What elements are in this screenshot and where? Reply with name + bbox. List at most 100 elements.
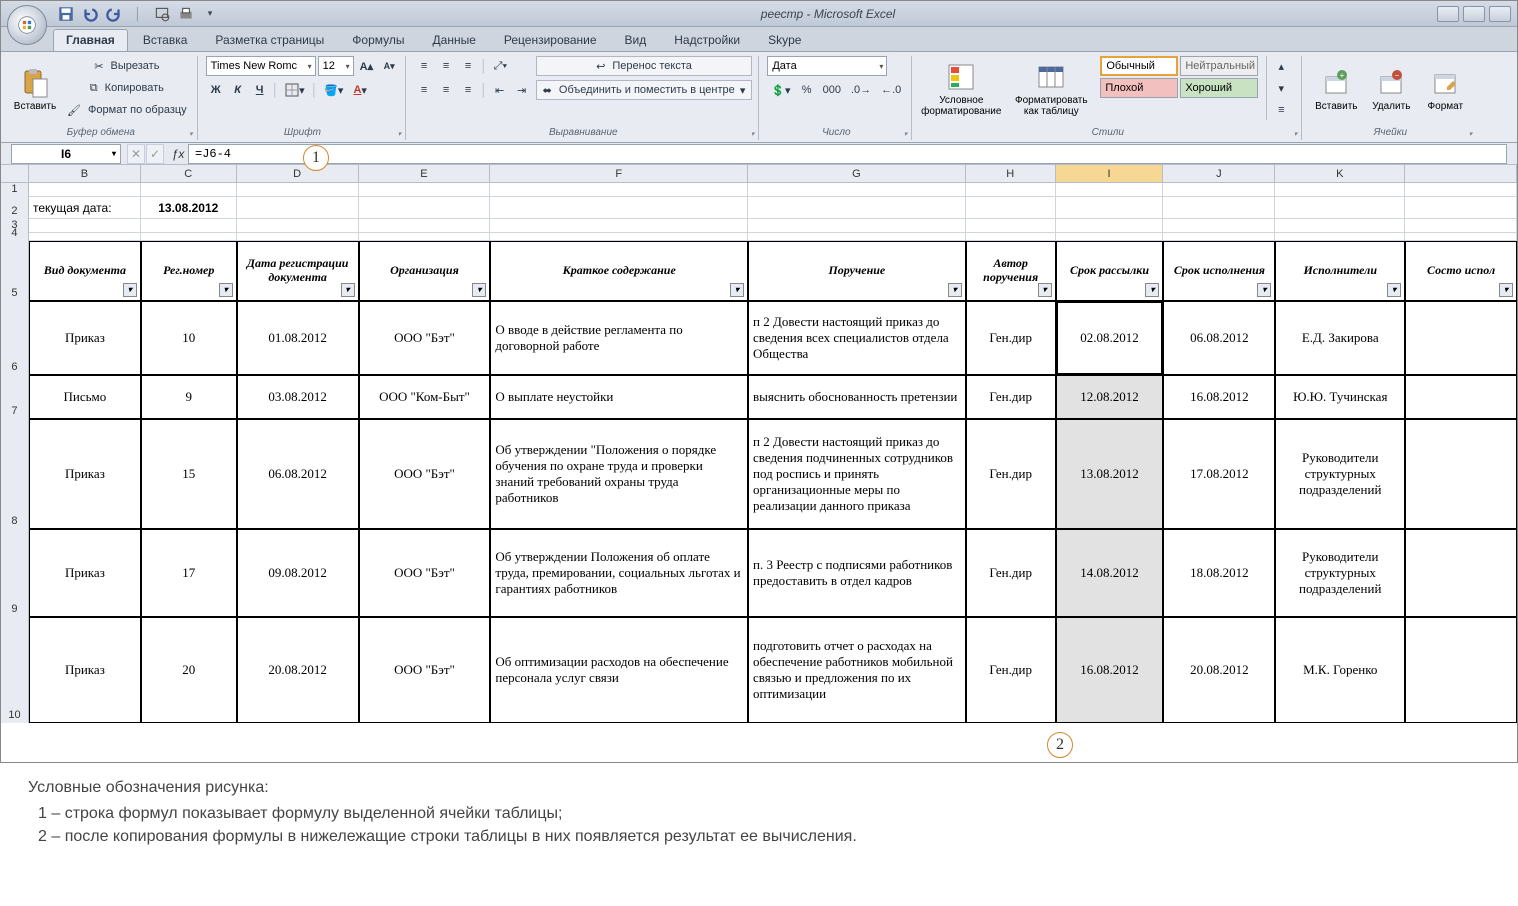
row-header[interactable]: 5 bbox=[1, 241, 29, 301]
cell-G[interactable]: выяснить обоснованность претензии bbox=[748, 375, 966, 419]
col-header-B[interactable]: B bbox=[29, 165, 141, 182]
cell[interactable] bbox=[1275, 219, 1405, 233]
table-header-L[interactable]: Состо испол bbox=[1405, 241, 1517, 301]
styles-row-down[interactable]: ▾ bbox=[1271, 78, 1291, 98]
cell[interactable] bbox=[29, 233, 141, 241]
increase-indent-button[interactable]: ⇥ bbox=[512, 80, 532, 100]
cell[interactable] bbox=[490, 183, 748, 197]
decrease-indent-button[interactable]: ⇤ bbox=[490, 80, 510, 100]
cell[interactable] bbox=[29, 219, 141, 233]
cell-C[interactable]: 9 bbox=[141, 375, 237, 419]
office-button[interactable] bbox=[7, 5, 47, 45]
delete-cells-button[interactable]: − Удалить bbox=[1366, 56, 1416, 122]
cell[interactable] bbox=[1163, 219, 1275, 233]
cell-H[interactable]: Ген.дир bbox=[966, 419, 1056, 529]
cell-J[interactable]: 17.08.2012 bbox=[1163, 419, 1275, 529]
cell-B[interactable]: Приказ bbox=[29, 419, 141, 529]
cell-G[interactable]: п. 3 Реестр с подписями работников предо… bbox=[748, 529, 966, 617]
cell[interactable] bbox=[237, 233, 359, 241]
cell[interactable] bbox=[490, 219, 748, 233]
cell[interactable] bbox=[1163, 197, 1275, 219]
style-normal[interactable]: Обычный bbox=[1100, 56, 1178, 76]
col-header-H[interactable]: H bbox=[966, 165, 1056, 182]
align-right-button[interactable]: ≡ bbox=[458, 80, 478, 100]
tab-view[interactable]: Вид bbox=[612, 29, 660, 51]
cell-K[interactable]: Е.Д. Закирова bbox=[1275, 301, 1405, 375]
undo-icon[interactable] bbox=[81, 5, 99, 23]
row-header[interactable]: 1 bbox=[1, 183, 29, 197]
cell-B[interactable]: Письмо bbox=[29, 375, 141, 419]
row-header[interactable]: 9 bbox=[1, 529, 29, 617]
italic-button[interactable]: К bbox=[228, 80, 248, 100]
cell[interactable] bbox=[966, 197, 1056, 219]
col-header-G[interactable]: G bbox=[748, 165, 966, 182]
cell-E[interactable]: ООО "Ком-Быт" bbox=[359, 375, 491, 419]
cell-C[interactable]: 15 bbox=[141, 419, 237, 529]
conditional-formatting-button[interactable]: Условное форматирование bbox=[920, 56, 1002, 122]
cell-K[interactable]: М.К. Горенко bbox=[1275, 617, 1405, 723]
table-header-C[interactable]: Рег.номер bbox=[141, 241, 237, 301]
cell-D[interactable]: 03.08.2012 bbox=[237, 375, 359, 419]
tab-addins[interactable]: Надстройки bbox=[661, 29, 753, 51]
cell[interactable] bbox=[141, 219, 237, 233]
cell-F[interactable]: Об утверждении "Положения о порядке обуч… bbox=[490, 419, 748, 529]
paste-button[interactable]: Вставить bbox=[11, 56, 59, 122]
cell[interactable] bbox=[490, 197, 748, 219]
cell[interactable] bbox=[29, 183, 141, 197]
tab-home[interactable]: Главная bbox=[53, 29, 128, 51]
tab-review[interactable]: Рецензирование bbox=[491, 29, 610, 51]
cell-I[interactable]: 12.08.2012 bbox=[1056, 375, 1164, 419]
cell-K[interactable]: Руководители структурных подразделений bbox=[1275, 419, 1405, 529]
cell-L[interactable] bbox=[1405, 375, 1517, 419]
cell-I[interactable]: 16.08.2012 bbox=[1056, 617, 1164, 723]
font-color-button[interactable]: A▾ bbox=[349, 80, 370, 100]
close-button[interactable] bbox=[1489, 6, 1511, 22]
cell-J[interactable]: 18.08.2012 bbox=[1163, 529, 1275, 617]
col-header-J[interactable]: J bbox=[1163, 165, 1275, 182]
cell[interactable] bbox=[1405, 233, 1517, 241]
cell-G[interactable]: подготовить отчет о расходах на обеспече… bbox=[748, 617, 966, 723]
cell[interactable] bbox=[1056, 233, 1164, 241]
font-name-combo[interactable]: Times New Romс bbox=[206, 56, 316, 76]
row-header[interactable]: 10 bbox=[1, 617, 29, 723]
cell[interactable] bbox=[1275, 233, 1405, 241]
align-bottom-button[interactable]: ≡ bbox=[458, 56, 478, 76]
cell[interactable] bbox=[966, 183, 1056, 197]
underline-button[interactable]: Ч bbox=[250, 80, 270, 100]
tab-formulas[interactable]: Формулы bbox=[339, 29, 417, 51]
formula-input[interactable]: =J6-4 bbox=[188, 144, 1507, 164]
table-header-E[interactable]: Организация bbox=[359, 241, 491, 301]
cell-E[interactable]: ООО "Бэт" bbox=[359, 529, 491, 617]
cell[interactable] bbox=[359, 197, 491, 219]
row-header[interactable]: 6 bbox=[1, 301, 29, 375]
cell-I[interactable]: 13.08.2012 bbox=[1056, 419, 1164, 529]
style-good[interactable]: Хороший bbox=[1180, 78, 1258, 98]
cell[interactable] bbox=[141, 233, 237, 241]
cell-G[interactable]: п 2 Довести настоящий приказ до сведения… bbox=[748, 419, 966, 529]
cell[interactable] bbox=[1275, 197, 1405, 219]
col-header-D[interactable]: D bbox=[237, 165, 359, 182]
cell[interactable] bbox=[966, 219, 1056, 233]
cell[interactable] bbox=[359, 219, 491, 233]
qat-more-icon[interactable]: ▾ bbox=[201, 5, 219, 23]
copy-button[interactable]: ⧉ Копировать bbox=[63, 78, 191, 98]
cell[interactable] bbox=[1056, 183, 1164, 197]
cell-B[interactable]: Приказ bbox=[29, 529, 141, 617]
insert-cells-button[interactable]: + Вставить bbox=[1310, 56, 1362, 122]
decrease-decimal-button[interactable]: ←.0 bbox=[877, 80, 905, 100]
cell-L[interactable] bbox=[1405, 529, 1517, 617]
worksheet-grid[interactable]: B C D E F G H I J K 12текущая дата:13.08… bbox=[1, 165, 1517, 762]
cell-I[interactable]: 14.08.2012 bbox=[1056, 529, 1164, 617]
print-icon[interactable] bbox=[177, 5, 195, 23]
fill-color-button[interactable]: 🪣▾ bbox=[320, 80, 347, 100]
cell-C[interactable]: 17 bbox=[141, 529, 237, 617]
currency-button[interactable]: 💲▾ bbox=[767, 80, 794, 100]
increase-decimal-button[interactable]: .0→ bbox=[847, 80, 875, 100]
cell-I[interactable]: 02.08.2012 bbox=[1056, 301, 1164, 375]
cell-E[interactable]: ООО "Бэт" bbox=[359, 419, 491, 529]
table-header-J[interactable]: Срок исполнения bbox=[1163, 241, 1275, 301]
grow-font-button[interactable]: A▴ bbox=[356, 56, 377, 76]
cell-K[interactable]: Ю.Ю. Тучинская bbox=[1275, 375, 1405, 419]
align-middle-button[interactable]: ≡ bbox=[436, 56, 456, 76]
cell[interactable] bbox=[748, 197, 966, 219]
